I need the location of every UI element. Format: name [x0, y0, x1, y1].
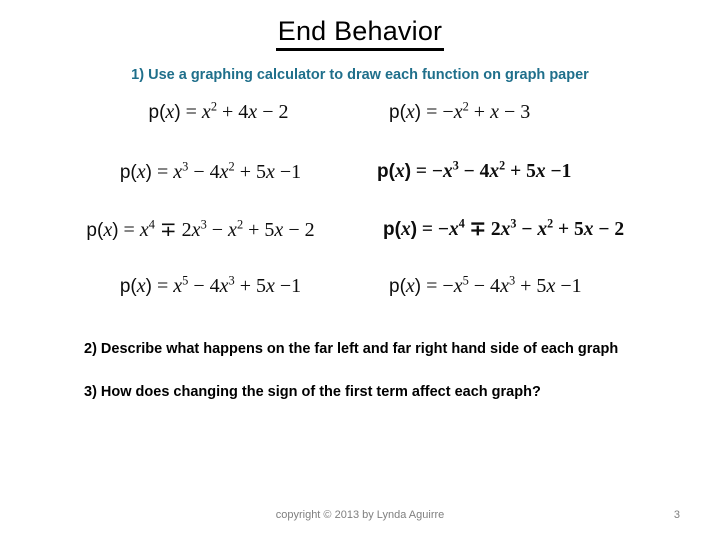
equation-1-right: p(x) = −x3 − 4x2 + 5x −1	[377, 158, 572, 182]
equation-cell-right: p(x) = −x5 − 4x3 + 5x −1	[365, 274, 690, 299]
equation-row: p(x) = x5 − 4x3 + 5x −1 p(x) = −x5 − 4x3…	[40, 274, 690, 322]
equation-cell-right: p(x) = −x4 ∓ 2x3 − x2 + 5x − 2	[365, 216, 690, 242]
equation-cell-left: p(x) = x2 + 4x − 2	[40, 100, 365, 125]
equation-0-left: p(x) = x2 + 4x − 2	[148, 99, 289, 123]
equation-row: p(x) = x4 ∓ 2x3 − x2 + 5x − 2 p(x) = −x4…	[40, 216, 690, 274]
page-title-container: End Behavior	[0, 16, 720, 51]
equation-cell-left: p(x) = x5 − 4x3 + 5x −1	[40, 274, 365, 299]
equation-cell-right: p(x) = −x2 + x − 3	[365, 100, 690, 125]
footer-page-number: 3	[673, 509, 680, 521]
equation-grid: p(x) = x2 + 4x − 2 p(x) = −x2 + x − 3 p(…	[40, 100, 690, 322]
equation-0-right: p(x) = −x2 + x − 3	[389, 99, 531, 123]
instruction-step-3: 3) How does changing the sign of the fir…	[84, 384, 541, 400]
equation-2-right: p(x) = −x4 ∓ 2x3 − x2 + 5x − 2	[383, 216, 625, 240]
equation-cell-right: p(x) = −x3 − 4x2 + 5x −1	[365, 158, 690, 184]
instruction-step-1: 1) Use a graphing calculator to draw eac…	[131, 67, 589, 83]
equation-2-left: p(x) = x4 ∓ 2x3 − x2 + 5x − 2	[86, 217, 315, 241]
equation-3-left: p(x) = x5 − 4x3 + 5x −1	[119, 273, 302, 297]
equation-row: p(x) = x2 + 4x − 2 p(x) = −x2 + x − 3	[40, 100, 690, 160]
equation-row: p(x) = x3 − 4x2 + 5x −1 p(x) = −x3 − 4x2…	[40, 158, 690, 218]
slide: End Behavior 1) Use a graphing calculato…	[0, 0, 720, 540]
equation-1-left: p(x) = x3 − 4x2 + 5x −1	[119, 159, 302, 183]
instruction-step-2: 2) Describe what happens on the far left…	[84, 341, 619, 357]
page-title: End Behavior	[275, 16, 445, 51]
equation-3-right: p(x) = −x5 − 4x3 + 5x −1	[389, 273, 582, 297]
footer-copyright: copyright © 2013 by Lynda Aguirre	[275, 509, 445, 521]
equation-cell-left: p(x) = x4 ∓ 2x3 − x2 + 5x − 2	[40, 218, 365, 243]
equation-cell-left: p(x) = x3 − 4x2 + 5x −1	[40, 160, 365, 185]
